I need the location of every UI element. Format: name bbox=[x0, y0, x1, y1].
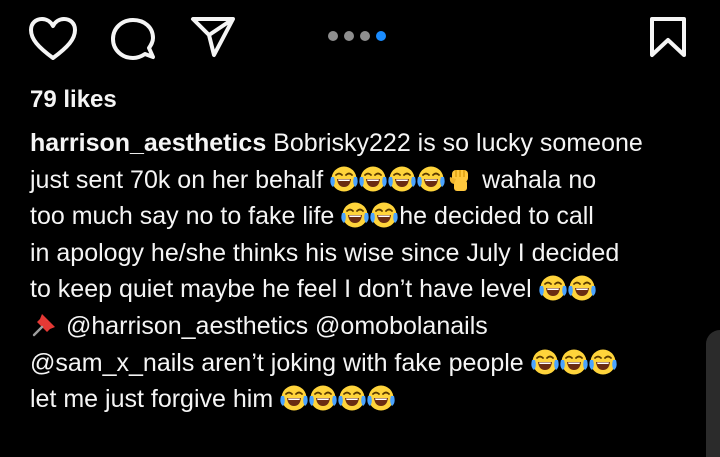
laughing-emoji-icon bbox=[338, 384, 366, 412]
caption-line: too much say no to fake life he decided … bbox=[30, 198, 700, 235]
comment-icon[interactable] bbox=[109, 17, 157, 63]
send-icon[interactable] bbox=[190, 16, 236, 58]
caption-line: in apology he/she thinks his wise since … bbox=[30, 235, 700, 272]
laughing-emoji-icon bbox=[539, 274, 567, 302]
carousel-dot-active bbox=[376, 31, 386, 41]
caption-line: just sent 70k on her behalf wahala no bbox=[30, 162, 700, 199]
caption-text: Bobrisky222 is so lucky someone bbox=[266, 129, 643, 157]
heart-icon[interactable] bbox=[28, 17, 78, 61]
caption-text: he decided to call bbox=[399, 202, 594, 231]
caption-text: to keep quiet maybe he feel I don’t have… bbox=[30, 275, 539, 304]
laughing-emoji-icon bbox=[417, 165, 445, 193]
caption-line: let me just forgive him bbox=[30, 381, 700, 418]
caption-text: wahala no bbox=[475, 165, 597, 194]
laughing-emoji-icon bbox=[330, 165, 358, 193]
likes-count[interactable]: 79 likes bbox=[30, 86, 117, 114]
pushpin-emoji-icon bbox=[30, 311, 58, 339]
action-bar bbox=[0, 0, 720, 80]
caption-text: too much say no to fake life bbox=[30, 202, 342, 231]
laughing-emoji-icon bbox=[359, 165, 387, 193]
laughing-emoji-icon bbox=[568, 274, 596, 302]
caption-text: @sam_x_nails aren’t joking with fake peo… bbox=[30, 348, 531, 377]
caption-line: to keep quiet maybe he feel I don’t have… bbox=[30, 271, 700, 308]
carousel-dot bbox=[328, 31, 338, 41]
carousel-dot bbox=[344, 31, 354, 41]
laughing-emoji-icon bbox=[280, 384, 308, 412]
carousel-indicator bbox=[328, 30, 386, 42]
post-caption: harrison_aesthetics Bobrisky222 is so lu… bbox=[30, 125, 700, 418]
caption-line: @harrison_aesthetics @omobolanails bbox=[30, 308, 700, 345]
scroll-handle[interactable] bbox=[706, 330, 720, 457]
laughing-emoji-icon bbox=[531, 348, 559, 376]
laughing-emoji-icon bbox=[370, 201, 398, 229]
laughing-emoji-icon bbox=[560, 348, 588, 376]
laughing-emoji-icon bbox=[388, 165, 416, 193]
laughing-emoji-icon bbox=[341, 201, 369, 229]
caption-line: harrison_aesthetics Bobrisky222 is so lu… bbox=[30, 125, 700, 162]
laughing-emoji-icon bbox=[589, 348, 617, 376]
laughing-emoji-icon bbox=[309, 384, 337, 412]
caption-text: in apology he/she thinks his wise since … bbox=[30, 238, 620, 267]
caption-mentions[interactable]: @harrison_aesthetics @omobolanails bbox=[59, 312, 488, 340]
laughing-emoji-icon bbox=[367, 384, 395, 412]
caption-text: let me just forgive him bbox=[30, 385, 281, 414]
carousel-dot bbox=[360, 31, 370, 41]
caption-text: just sent 70k on her behalf bbox=[30, 165, 331, 194]
raised-fist-emoji-icon bbox=[446, 165, 474, 193]
caption-username[interactable]: harrison_aesthetics bbox=[30, 129, 266, 157]
caption-line: @sam_x_nails aren’t joking with fake peo… bbox=[30, 345, 700, 382]
bookmark-icon[interactable] bbox=[648, 16, 688, 58]
